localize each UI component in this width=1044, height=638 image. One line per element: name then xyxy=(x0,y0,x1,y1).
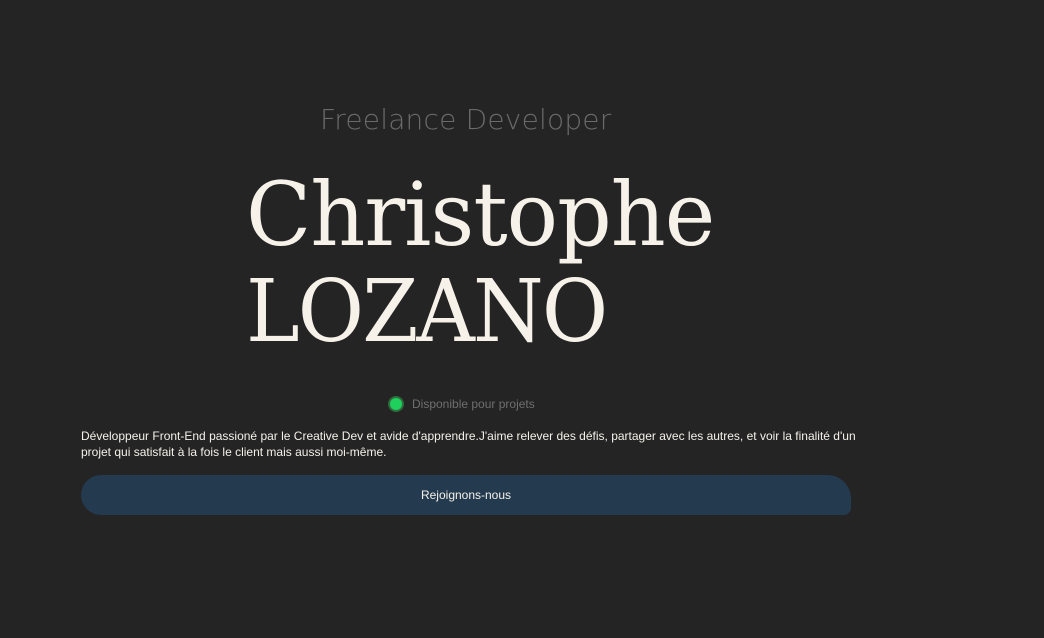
hero-section: Freelance Developer Christophe LOZANO Di… xyxy=(0,0,1044,638)
join-us-button[interactable]: Rejoignons-nous xyxy=(81,475,851,515)
hero-description: Développeur Front-End passioné par le Cr… xyxy=(81,429,856,459)
availability-status: Disponible pour projets xyxy=(388,395,535,413)
status-dot-icon xyxy=(390,398,402,410)
hero-first-name: Christophe xyxy=(246,163,715,266)
hero-subtitle: Freelance Developer xyxy=(320,103,612,136)
availability-text: Disponible pour projets xyxy=(412,397,535,411)
hero-last-name: LOZANO xyxy=(246,262,608,362)
